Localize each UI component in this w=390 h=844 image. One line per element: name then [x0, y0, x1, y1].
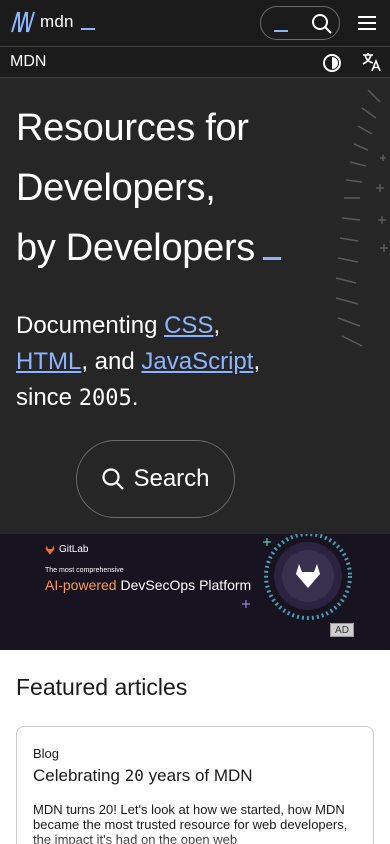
article-title-number: 20	[124, 766, 144, 785]
tagline-sep1: ,	[213, 312, 221, 339]
hero-title-line2: Developers,	[16, 167, 216, 209]
ad-brand-text: GitLab	[59, 544, 89, 555]
article-card[interactable]: Blog Celebrating 20 years of MDN MDN tur…	[16, 726, 374, 844]
hero-section: Resources for Developers, by Developers …	[0, 78, 390, 534]
tagline-sep2: , and	[81, 348, 142, 375]
mdn-logo[interactable]: mdn	[10, 9, 95, 35]
ad-headline-accent: AI-powered	[45, 577, 117, 593]
header-search-button[interactable]	[260, 6, 340, 40]
gitlab-logo-icon	[45, 545, 55, 554]
top-bar: mdn	[0, 0, 390, 47]
menu-icon[interactable]	[356, 13, 378, 33]
ad-badge: AD	[330, 623, 354, 637]
subbar-title[interactable]: MDN	[10, 53, 46, 71]
hero-search-label: Search	[133, 465, 210, 492]
hero-title-line1: Resources for	[16, 107, 249, 149]
logo-text: mdn	[40, 12, 74, 31]
ad-small-text: The most comprehensive	[45, 567, 124, 574]
tagline-prefix: Documenting	[16, 312, 165, 339]
language-icon[interactable]	[361, 51, 383, 73]
sub-bar: MDN	[0, 47, 390, 78]
article-kicker: Blog	[33, 746, 60, 761]
css-link[interactable]: CSS	[164, 312, 213, 339]
hero-search-button[interactable]: Search	[76, 440, 235, 518]
article-fade	[17, 835, 373, 844]
article-title-prefix: Celebrating	[33, 766, 125, 785]
ad-brand: GitLab	[45, 544, 88, 555]
hero-cursor	[263, 257, 281, 260]
ad-headline-rest: DevSecOps Platform	[116, 577, 252, 593]
since-year: 2005	[78, 386, 132, 411]
ad-headline: AI-powered DevSecOps Platform	[45, 577, 251, 593]
since-prefix: since	[16, 384, 79, 411]
search-icon	[312, 14, 332, 34]
hero-title: Resources for Developers, by Developers	[16, 98, 346, 278]
since-suffix: .	[131, 384, 139, 411]
hero-title-line3: by Developers	[16, 227, 255, 269]
mdn-m-icon	[11, 11, 35, 33]
article-title-suffix: years of MDN	[143, 766, 253, 785]
logo-cursor	[80, 28, 95, 30]
theme-toggle-icon[interactable]	[321, 52, 343, 74]
search-cursor	[274, 30, 288, 32]
hero-tagline: Documenting CSS, HTML, and JavaScript, sin…	[16, 308, 336, 417]
html-link[interactable]: HTML	[16, 348, 81, 375]
article-title[interactable]: Celebrating 20 years of MDN	[33, 766, 253, 786]
tagline-sep3: ,	[253, 348, 261, 375]
javascript-link[interactable]: JavaScript	[141, 348, 253, 375]
ad-banner[interactable]: GitLab The most comprehensive AI-powered…	[0, 534, 390, 650]
featured-heading: Featured articles	[16, 674, 188, 700]
search-icon	[102, 468, 125, 490]
